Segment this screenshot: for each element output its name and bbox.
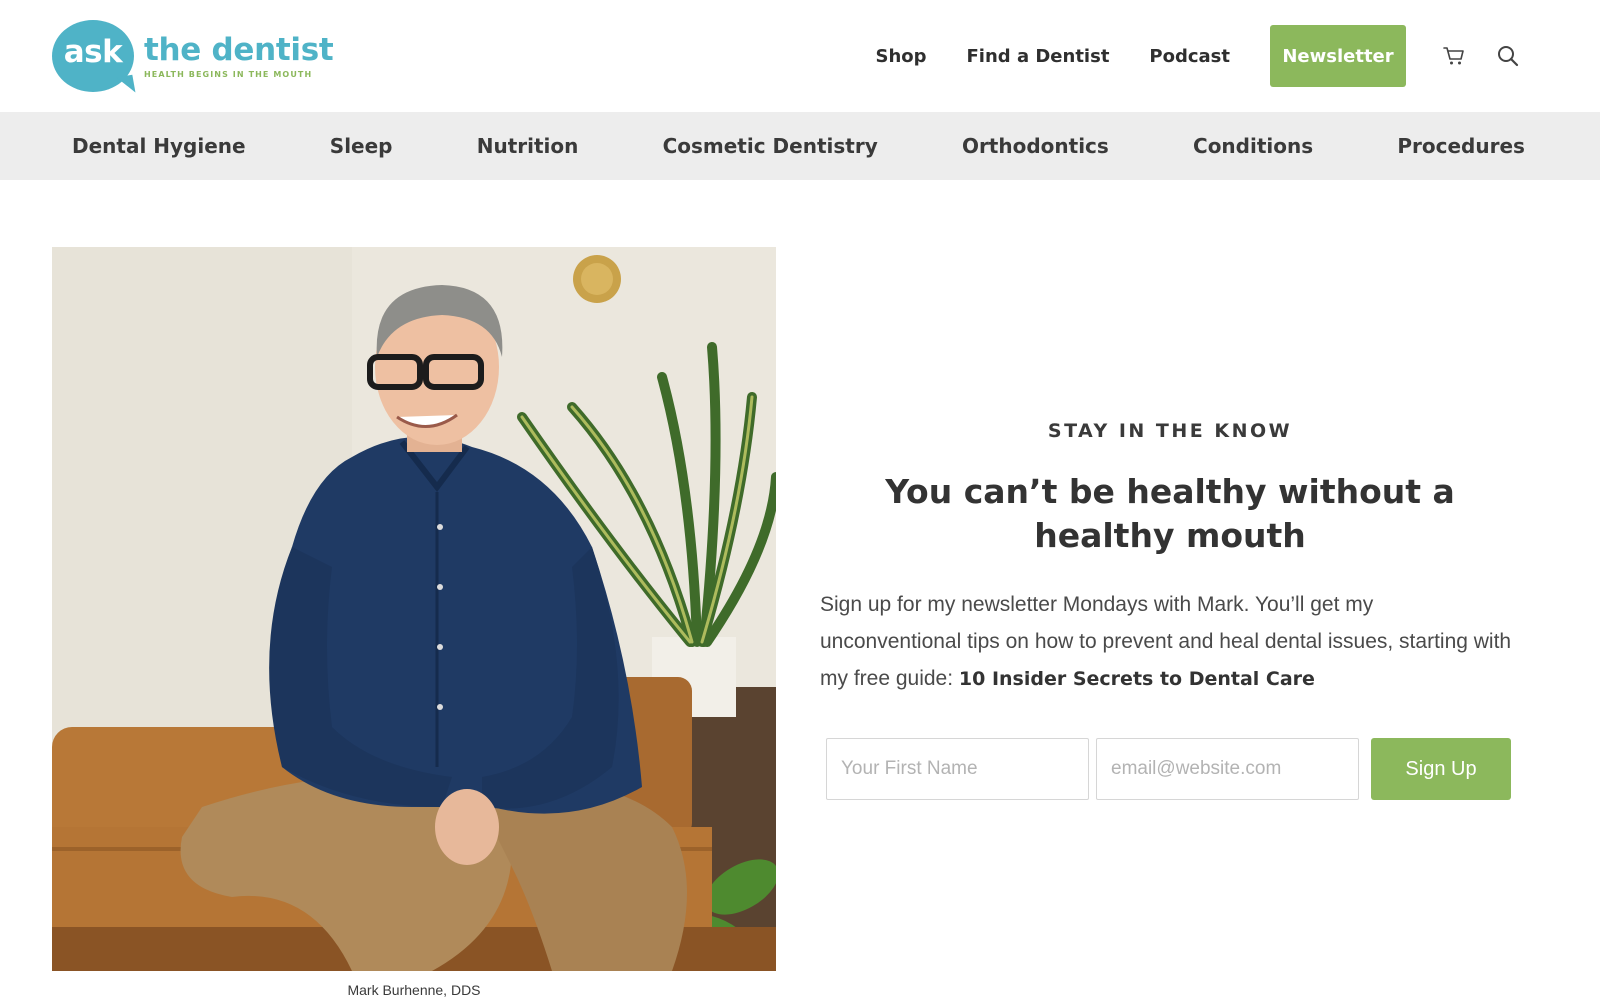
logo-bubble-text: ask [63, 34, 123, 70]
site-logo[interactable]: ask the dentist HEALTH BEGINS IN THE MOU… [52, 20, 334, 96]
signup-headline: You can’t be healthy without a healthy m… [885, 472, 1455, 555]
logo-speech-bubble: ask [52, 20, 136, 96]
category-cosmetic-dentistry[interactable]: Cosmetic Dentistry [663, 134, 878, 158]
nav-link-find-a-dentist[interactable]: Find a Dentist [967, 46, 1110, 67]
email-input[interactable] [1096, 738, 1359, 800]
logo-tagline: HEALTH BEGINS IN THE MOUTH [144, 69, 313, 79]
dentist-portrait-photo [52, 247, 776, 971]
logo-wordmark: the dentist HEALTH BEGINS IN THE MOUTH [144, 31, 334, 79]
category-nutrition[interactable]: Nutrition [477, 134, 579, 158]
cart-icon[interactable] [1442, 44, 1466, 68]
sign-up-button[interactable]: Sign Up [1371, 738, 1511, 800]
signup-form: Sign Up [826, 738, 1520, 800]
top-navigation: Shop Find a Dentist Podcast Newsletter [875, 25, 1600, 87]
signup-eyebrow: STAY IN THE KNOW [1047, 420, 1293, 442]
nav-link-podcast[interactable]: Podcast [1149, 46, 1230, 67]
signup-description: Sign up for my newsletter Mondays with M… [820, 586, 1520, 698]
site-header: ask the dentist HEALTH BEGINS IN THE MOU… [0, 0, 1600, 112]
category-sleep[interactable]: Sleep [330, 134, 393, 158]
first-name-input[interactable] [826, 738, 1089, 800]
category-dental-hygiene[interactable]: Dental Hygiene [72, 134, 246, 158]
category-navigation: Dental Hygiene Sleep Nutrition Cosmetic … [0, 112, 1600, 180]
newsletter-signup: STAY IN THE KNOW You can’t be healthy wi… [820, 420, 1520, 800]
logo-main-text: the dentist [144, 31, 334, 68]
photo-caption: Mark Burhenne, DDS [347, 982, 481, 998]
category-conditions[interactable]: Conditions [1193, 134, 1313, 158]
nav-link-shop[interactable]: Shop [875, 46, 926, 67]
newsletter-button[interactable]: Newsletter [1270, 25, 1406, 87]
search-icon[interactable] [1496, 44, 1520, 68]
category-procedures[interactable]: Procedures [1397, 134, 1525, 158]
category-orthodontics[interactable]: Orthodontics [962, 134, 1109, 158]
free-guide-title: 10 Insider Secrets to Dental Care [958, 668, 1315, 690]
